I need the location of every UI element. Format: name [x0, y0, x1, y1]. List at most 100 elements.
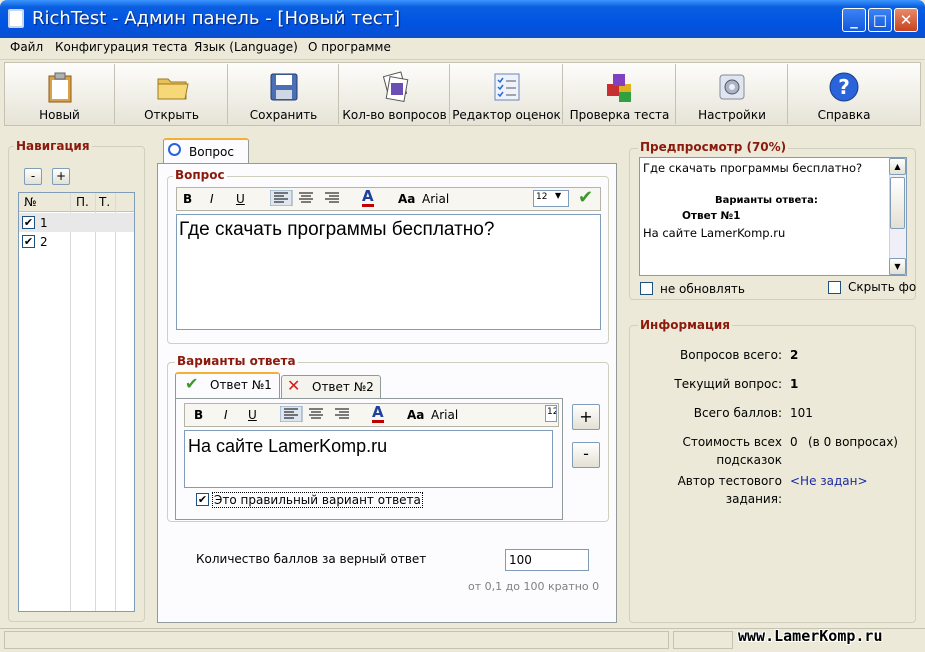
minimize-button[interactable]: _ [842, 8, 866, 32]
gear-icon [719, 74, 745, 100]
checklist-icon [494, 73, 519, 101]
hint-cost-label: Стоимость всех [682, 435, 782, 449]
settings-button[interactable]: Настройки [677, 64, 788, 124]
x-icon: ✕ [287, 376, 301, 395]
question-title: Вопрос [173, 168, 227, 182]
grid-line [95, 193, 96, 611]
answers-title: Варианты ответа [175, 354, 298, 368]
preview-variants-heading: Варианты ответа: [715, 195, 818, 206]
italic-button[interactable]: I [210, 192, 214, 206]
scroll-up-icon[interactable]: ▲ [889, 158, 906, 175]
align-buttons[interactable] [270, 190, 350, 206]
documents-icon [382, 71, 408, 102]
tab-question-label: Вопрос [189, 145, 234, 159]
row-number: 1 [40, 216, 48, 230]
total-points-value: 101 [790, 406, 813, 420]
underline-button[interactable]: U [236, 192, 245, 206]
font-color-button[interactable]: A [372, 404, 384, 423]
question-text: Где скачать программы бесплатно? [179, 219, 495, 240]
grades-editor-button[interactable]: Редактор оценок [451, 64, 563, 124]
font-size-value: 12 [547, 407, 556, 417]
answer-text: На сайте LamerKomp.ru [188, 436, 388, 456]
author-label: Автор тестового [677, 474, 782, 488]
folder-icon [157, 78, 189, 100]
preview-title: Предпросмотр (70%) [638, 140, 789, 154]
align-right-icon[interactable] [335, 408, 349, 419]
menu-test-config[interactable]: Конфигурация теста [55, 40, 187, 54]
help-icon: ? [829, 72, 859, 102]
row-checkbox[interactable]: ✔ [22, 235, 35, 248]
check-icon: ✔ [185, 374, 199, 393]
no-update-checkbox[interactable] [640, 282, 653, 295]
check-test-button[interactable]: Проверка теста [564, 64, 676, 124]
menu-about[interactable]: О программе [308, 40, 391, 54]
hide-label: Скрыть фо [848, 280, 917, 294]
align-center-icon[interactable] [299, 192, 313, 203]
font-icon: Aa [398, 192, 416, 206]
bold-button[interactable]: B [183, 192, 192, 206]
maximize-button[interactable]: □ [868, 8, 892, 32]
total-points-label: Всего баллов: [693, 406, 782, 420]
total-questions-label: Вопросов всего: [680, 348, 782, 362]
underline-button[interactable]: U [248, 408, 257, 422]
correct-answer-label[interactable]: Это правильный вариант ответа [212, 492, 423, 508]
bold-button[interactable]: B [194, 408, 203, 422]
preview-answer-heading: Ответ №1 [682, 210, 741, 222]
align-center-icon[interactable] [309, 408, 323, 419]
clipboard-icon [48, 72, 71, 103]
new-button[interactable]: Новый [5, 64, 115, 124]
author-label-2: задания: [725, 492, 782, 506]
save-button[interactable]: Сохранить [229, 64, 339, 124]
remove-question-button[interactable]: - [24, 168, 42, 185]
floppy-disk-icon [270, 73, 297, 101]
add-answer-button[interactable]: + [572, 404, 600, 430]
question-list[interactable] [18, 192, 135, 612]
align-left-icon[interactable] [280, 406, 303, 422]
table-row[interactable] [19, 213, 134, 232]
svg-text:?: ? [838, 75, 850, 99]
font-name[interactable]: Arial [431, 408, 458, 422]
scroll-down-icon[interactable]: ▼ [889, 258, 906, 275]
align-buttons[interactable] [280, 406, 360, 422]
menu-file[interactable]: Файл [10, 40, 43, 54]
correct-answer-checkbox[interactable]: ✔ [196, 493, 209, 506]
close-button[interactable]: ✕ [894, 8, 918, 32]
navigation-title: Навигация [14, 139, 92, 153]
current-question-label: Текущий вопрос: [674, 377, 782, 391]
info-title: Информация [638, 318, 732, 332]
preview-answer-text: На сайте LamerKomp.ru [643, 226, 786, 240]
open-button[interactable]: Открыть [116, 64, 228, 124]
italic-button[interactable]: I [224, 408, 228, 422]
window-title: RichTest - Админ панель - [Новый тест] [32, 8, 401, 29]
row-checkbox[interactable]: ✔ [22, 216, 35, 229]
help-button[interactable]: ? Справка [789, 64, 899, 124]
font-name[interactable]: Arial [422, 192, 449, 206]
font-color-button[interactable]: A [362, 188, 374, 207]
score-input[interactable] [505, 549, 589, 571]
grid-line [70, 193, 71, 611]
tab-answer-1-label: Ответ №1 [210, 378, 272, 392]
preview-question: Где скачать программы бесплатно? [643, 161, 863, 175]
col-number[interactable]: № [24, 195, 36, 209]
apply-check-icon[interactable]: ✔ [578, 187, 593, 208]
hint-cost-note: (в 0 вопросах) [808, 435, 898, 449]
hide-checkbox[interactable] [828, 281, 841, 294]
score-hint: от 0,1 до 100 кратно 0 [468, 580, 600, 593]
watermark: www.LamerKomp.ru [738, 627, 883, 645]
grid-line [115, 193, 116, 611]
question-count-button[interactable]: Кол-во вопросов [340, 64, 450, 124]
remove-answer-button[interactable]: - [572, 442, 600, 468]
status-panel [673, 631, 733, 649]
col-p[interactable]: П. [76, 195, 89, 209]
hint-cost-value: 0 [790, 435, 798, 449]
align-right-icon[interactable] [325, 192, 339, 203]
author-value[interactable]: <Не задан> [790, 474, 868, 488]
scroll-thumb[interactable] [890, 177, 905, 229]
total-questions-value: 2 [790, 348, 799, 362]
menu-language[interactable]: Язык (Language) [194, 40, 298, 54]
align-left-icon[interactable] [270, 190, 293, 206]
question-tab-icon [168, 143, 181, 156]
font-icon: Aa [407, 408, 425, 422]
col-t[interactable]: Т. [99, 195, 110, 209]
add-question-button[interactable]: + [52, 168, 70, 185]
